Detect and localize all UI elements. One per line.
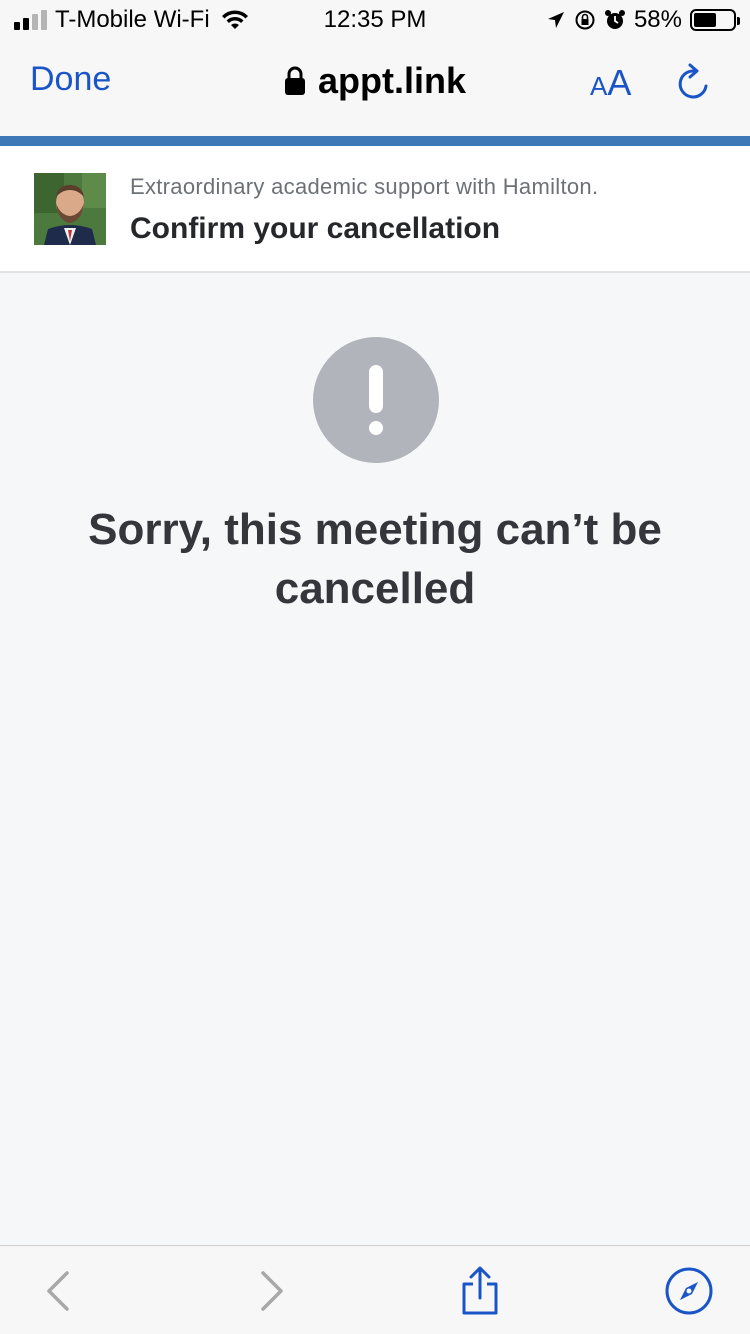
lock-icon [284,66,305,95]
page-header: Extraordinary academic support with Hami… [0,146,750,273]
back-button[interactable] [33,1266,83,1316]
text-size-button[interactable]: AA [590,62,631,104]
location-icon [547,12,564,28]
reload-icon[interactable] [672,62,716,106]
text-size-large-label: A [607,62,632,103]
accent-bar [0,136,750,146]
forward-icon [261,1271,283,1311]
text-size-small-label: A [590,71,608,101]
share-icon [462,1266,498,1315]
browser-nav-bar: Done appt.link AA [0,40,750,136]
page-subtitle: Extraordinary academic support with Hami… [130,174,599,199]
browser-toolbar [0,1245,750,1334]
avatar [34,173,106,245]
battery-percent: 58% [633,6,682,33]
battery-icon [690,9,740,31]
url-text: appt.link [317,60,466,101]
forward-button[interactable] [247,1266,297,1316]
safari-compass-icon [665,1267,713,1315]
share-button[interactable] [455,1266,505,1316]
page-title: Confirm your cancellation [130,212,501,245]
back-icon [47,1271,69,1311]
error-message: Sorry, this meeting can’t be cancelled [88,505,662,613]
status-right: 58% [546,6,740,34]
address-bar[interactable]: appt.link [0,60,750,102]
safari-button[interactable] [664,1266,714,1316]
exclamation-icon [313,337,439,463]
alarm-icon [604,10,625,29]
screen: T-Mobile Wi-Fi 12:35 PM 58% Done appt.li… [0,0,750,1334]
status-bar: T-Mobile Wi-Fi 12:35 PM 58% [0,0,750,40]
battery-fill [694,13,717,27]
rotation-lock-icon [575,10,595,30]
